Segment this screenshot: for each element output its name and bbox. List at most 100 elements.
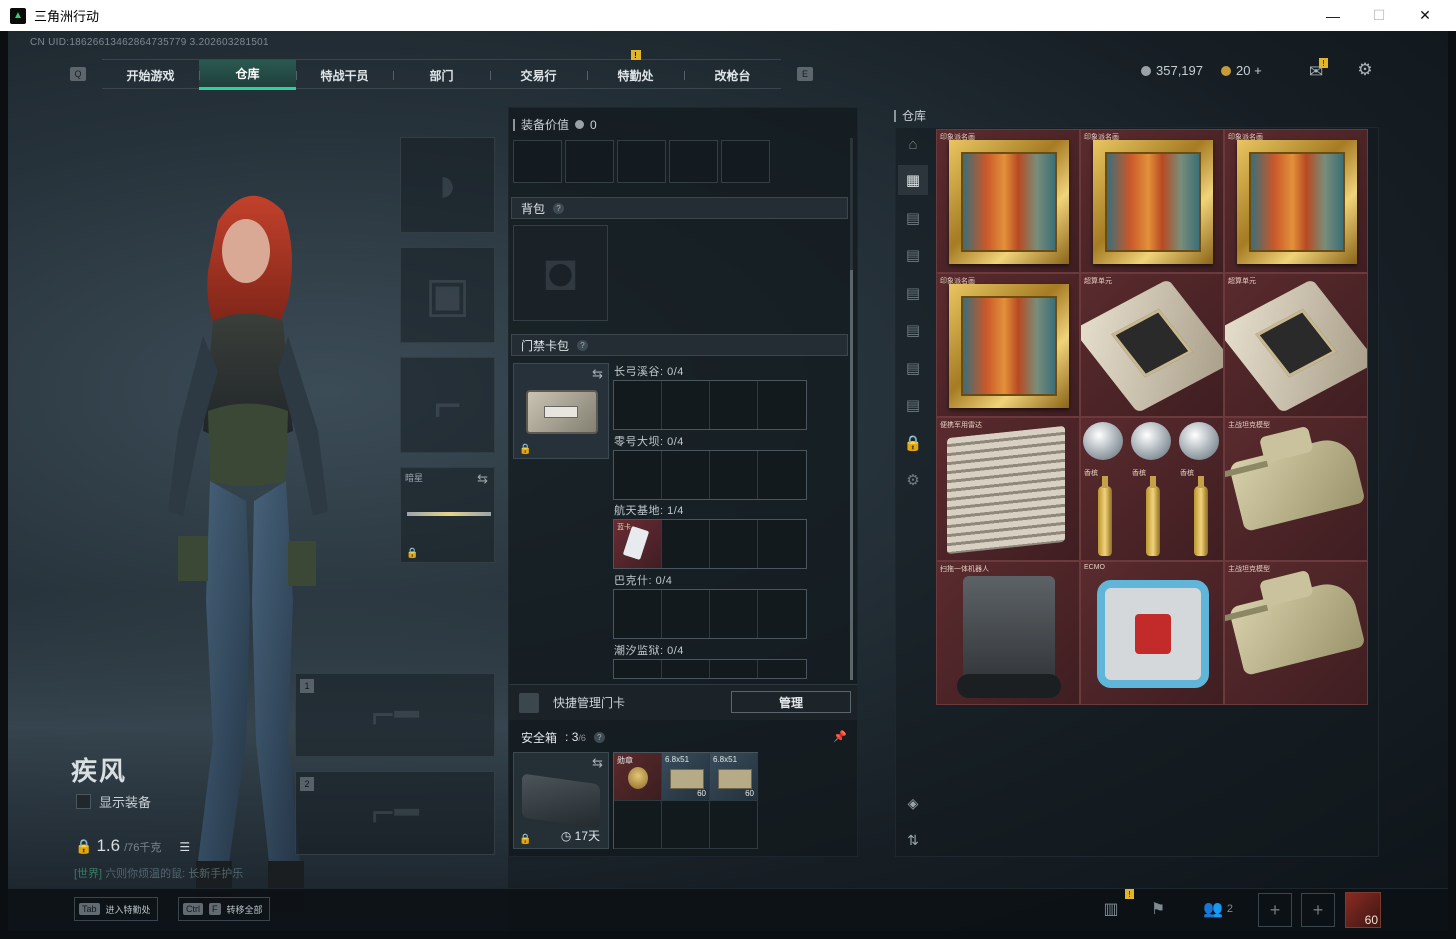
stash-item-painting[interactable]: 印象派名画 <box>1224 129 1368 273</box>
tab-start-game[interactable]: 开始游戏 <box>102 60 199 90</box>
keycard-cell[interactable] <box>758 381 806 429</box>
armor-slot[interactable]: ▣ <box>400 247 495 343</box>
diamond-icon[interactable] <box>1179 422 1219 460</box>
friends-button[interactable]: 👥 2 <box>1198 893 1238 925</box>
keycard-cell[interactable] <box>758 590 806 638</box>
gear-icon[interactable]: ⚙ <box>1354 59 1376 81</box>
stash-item-compute-unit[interactable]: 超算单元 <box>1080 273 1224 417</box>
diamond-icon[interactable] <box>1131 422 1171 460</box>
layers-icon[interactable]: ◈ <box>900 790 926 816</box>
stash-item-compute-unit[interactable]: 超算单元 <box>1224 273 1368 417</box>
swap-icon[interactable]: ⇆ <box>592 755 603 771</box>
grid-cell[interactable] <box>669 140 718 183</box>
stash-item-tank-model[interactable]: 主战坦克模型 <box>1224 561 1368 705</box>
pin-icon[interactable]: 📌 <box>833 730 847 743</box>
storage-tab-icon[interactable]: ▤ <box>898 240 928 270</box>
scrollbar-thumb[interactable] <box>850 270 853 680</box>
gear-icon[interactable]: ⚙ <box>898 465 928 495</box>
keycard-cell[interactable] <box>614 381 662 429</box>
tab-operators[interactable]: 特战干员 <box>296 60 393 90</box>
keycard-cell[interactable] <box>662 520 710 568</box>
keycard-cell[interactable] <box>662 590 710 638</box>
stash-item-tank-model[interactable]: 主战坦克模型 <box>1224 417 1368 561</box>
player-avatar[interactable]: 60 <box>1345 892 1381 928</box>
tab-department[interactable]: 部门 <box>393 60 490 90</box>
primary-weapon-slot[interactable]: 1 ⌐━ <box>295 673 495 757</box>
invite-slot-button[interactable]: + <box>1258 893 1292 927</box>
grid-cell[interactable] <box>710 801 758 849</box>
keycard-cell[interactable] <box>662 451 710 499</box>
storage-tab-icon[interactable]: ▤ <box>898 353 928 383</box>
sort-icon[interactable]: ⇅ <box>900 827 926 853</box>
ticket-balance[interactable]: 20 + <box>1221 63 1262 78</box>
pistol-slot[interactable]: ⌐ <box>400 357 495 453</box>
show-equipment-toggle[interactable]: 显示装备 <box>76 792 151 811</box>
melee-slot[interactable]: 暗星 ⇆ 🔒 <box>400 467 495 563</box>
grid-cell[interactable] <box>513 140 562 183</box>
stash-item-radar[interactable]: 便携军用雷达 <box>936 417 1080 561</box>
swap-icon[interactable]: ⇆ <box>477 471 488 487</box>
show-equipment-checkbox[interactable] <box>76 794 91 809</box>
nav-next-key[interactable]: E <box>797 67 813 81</box>
enter-special-ops-hint[interactable]: Tab 进入特勤处 <box>74 897 158 921</box>
grid-cell[interactable] <box>565 140 614 183</box>
keycard-cell[interactable] <box>710 590 758 638</box>
grid-cell[interactable] <box>662 801 710 849</box>
keycard-cell[interactable] <box>758 520 806 568</box>
ammo-item[interactable]: 6.8x51 60 <box>662 753 710 801</box>
keycard-cell[interactable] <box>758 451 806 499</box>
all-items-icon[interactable]: ⌂ <box>898 129 928 159</box>
lock-icon[interactable]: 🔒 <box>898 428 928 458</box>
keycard-cell[interactable] <box>758 660 806 678</box>
loadout-scrollbar[interactable] <box>850 138 853 680</box>
medal-item[interactable]: 勋章 <box>614 753 662 801</box>
add-tickets-button[interactable]: + <box>1254 63 1262 78</box>
keycard-cell[interactable] <box>662 381 710 429</box>
grid-cell[interactable] <box>617 140 666 183</box>
secondary-weapon-slot[interactable]: 2 ⌐━ <box>295 771 495 855</box>
storage-tab-icon[interactable]: ▤ <box>898 390 928 420</box>
help-icon[interactable]: ? <box>577 339 589 351</box>
flag-icon[interactable]: ⚑ <box>1142 893 1174 925</box>
safe-box-slot[interactable]: ⇆ 🔒 ◷ 17天 <box>513 752 609 849</box>
list-icon[interactable]: ☰ <box>179 840 190 854</box>
minimize-button[interactable]: — <box>1310 0 1356 31</box>
storage-tab-icon[interactable]: ▤ <box>898 203 928 233</box>
keycard-cell[interactable] <box>614 451 662 499</box>
keycard-cell[interactable] <box>710 660 758 678</box>
ammo-item[interactable]: 6.8x51 60 <box>710 753 758 801</box>
tab-gunsmith[interactable]: 改枪台 <box>684 60 781 90</box>
champagne-icon[interactable] <box>1146 476 1160 556</box>
keycard-cell[interactable] <box>614 590 662 638</box>
stash-item-ecmo[interactable]: ECMO <box>1080 561 1224 705</box>
coin-balance[interactable]: 357,197 <box>1141 63 1203 78</box>
invite-slot-button[interactable]: + <box>1301 893 1335 927</box>
help-icon[interactable]: ? <box>593 731 605 743</box>
keycard-case-slot[interactable]: ⇆ 🔒 <box>513 363 609 459</box>
stash-item-painting[interactable]: 印象派名画 <box>936 129 1080 273</box>
keycard-item[interactable]: 蓝卡 <box>614 520 662 568</box>
stats-icon[interactable]: ▥ <box>1095 893 1127 925</box>
tab-special-ops[interactable]: ! 特勤处 <box>587 50 684 90</box>
help-icon[interactable]: ? <box>553 202 565 214</box>
keycard-cell[interactable] <box>710 451 758 499</box>
champagne-icon[interactable] <box>1098 476 1112 556</box>
maximize-button[interactable]: ☐ <box>1356 0 1402 31</box>
keycard-cell[interactable] <box>710 520 758 568</box>
keycard-cell[interactable] <box>614 660 662 678</box>
swap-icon[interactable]: ⇆ <box>592 366 603 382</box>
diamond-icon[interactable] <box>1083 422 1123 460</box>
collectibles-icon[interactable]: ▦ <box>898 165 928 195</box>
transfer-all-hint[interactable]: Ctrl F 转移全部 <box>178 897 270 921</box>
storage-tab-icon[interactable]: ▤ <box>898 315 928 345</box>
stash-item-painting[interactable]: 印象派名画 <box>936 273 1080 417</box>
grid-cell[interactable] <box>721 140 770 183</box>
keycard-cell[interactable] <box>662 660 710 678</box>
nav-prev-key[interactable]: Q <box>70 67 86 81</box>
backpack-slot[interactable]: ◘ <box>513 225 608 321</box>
tab-warehouse[interactable]: 仓库 <box>199 60 296 90</box>
stash-item-painting[interactable]: 印象派名画 <box>1080 129 1224 273</box>
close-button[interactable]: ✕ <box>1402 0 1448 31</box>
stash-item-robot-vacuum[interactable]: 扫拖一体机器人 <box>936 561 1080 705</box>
tab-trade[interactable]: 交易行 <box>490 60 587 90</box>
